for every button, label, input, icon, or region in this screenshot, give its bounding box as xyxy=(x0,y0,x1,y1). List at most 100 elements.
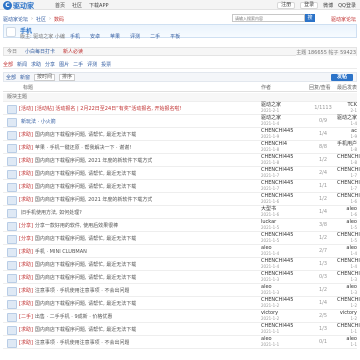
table-row[interactable]: [求助] 国内商店下载程序问题, 请帮忙, 最近无法下载 CHENCHI445 202… xyxy=(3,258,360,271)
table-row[interactable]: [求助] 苹果 · 手机一键还原 · 帮我解决一下 · 谢谢! CHENCHI4 20… xyxy=(3,141,357,154)
thread-last-post: CHENCHI 1-7 xyxy=(337,181,360,192)
login-link[interactable]: 登录 xyxy=(300,2,319,9)
type-secondhand[interactable]: 二手 xyxy=(73,61,83,68)
type-news[interactable]: 新闻 xyxy=(17,61,27,68)
subtab-phone[interactable]: 手机 xyxy=(70,33,80,40)
table-row[interactable]: [分享] 分享一款好用的软件, 使用后效果很棒 luckar 2021-1-5 3/8 a… xyxy=(3,219,357,232)
thread-title[interactable]: 注意事项 · 手机使用注意事项 · 不会出问题 xyxy=(35,287,130,294)
thread-title[interactable]: 旧手机使用方法, 如何处理? xyxy=(21,209,82,216)
thread-title[interactable]: 出售 · 二手手机 · 9成新 · 价格优惠 xyxy=(35,313,113,320)
breadcrumb-current[interactable]: 数码 xyxy=(54,16,64,23)
thread-tag[interactable]: [求助] xyxy=(19,131,33,138)
table-row[interactable]: [求助] 国内商店下载程序问题, 请帮忙, 最近无法下载 CHENCHI445 202… xyxy=(3,167,360,180)
search-button[interactable]: 搜 xyxy=(305,14,315,22)
thread-title[interactable]: 国内商店下载程序问题, 请帮忙, 最近无法下载 xyxy=(35,183,136,190)
subtab-secondhand[interactable]: 二手 xyxy=(150,33,160,40)
table-row[interactable]: [求助] 注意事项 · 手机使用注意事项 · 不会出问题 aleo 2021-1-1 0… xyxy=(3,336,357,349)
sort-order-select[interactable]: 排序 xyxy=(59,73,76,81)
table-row[interactable]: [求助] 国内商店下载程序问题, 请帮忙, 最近无法下载 CHENCHI445 202… xyxy=(3,180,360,193)
filter-all[interactable]: 全部 xyxy=(6,74,16,81)
thread-tag[interactable]: [求助] xyxy=(19,326,33,333)
type-all[interactable]: 全部 xyxy=(3,61,13,68)
subtab-review[interactable]: 评测 xyxy=(130,33,140,40)
sort-by-time-select[interactable]: 按时间 xyxy=(34,73,56,81)
weibo-link[interactable]: 微博 xyxy=(323,2,333,9)
thread-tag[interactable]: [分享] xyxy=(19,222,33,229)
table-row[interactable]: 旧手机使用方法, 如何处理? 大型书 2021-1-6 1/4 aleo 1-6 xyxy=(3,206,357,219)
thread-title[interactable]: 国内商店下载程序问题, 请帮忙, 最近无法下载 xyxy=(35,326,136,333)
thread-title[interactable]: 手机 · MINI CLUBMAN xyxy=(35,248,87,255)
thread-reply-count: 8/8 xyxy=(318,144,328,150)
thread-icon xyxy=(6,169,17,179)
thread-tag[interactable]: [分享] xyxy=(19,235,33,242)
table-row[interactable]: [求助] 手机 · MINI CLUBMAN aleo 2021-1-4 2/7 aleo… xyxy=(3,245,357,258)
thread-tag[interactable]: [求助] xyxy=(19,157,33,164)
thread-tag[interactable]: [求助] xyxy=(19,261,33,268)
type-share[interactable]: 分享 xyxy=(45,61,55,68)
subtab-tablet[interactable]: 平板 xyxy=(170,33,180,40)
last-post-date: 1-3 xyxy=(350,277,357,282)
thread-title[interactable]: 新玩法 · 小火箭 xyxy=(21,118,56,125)
table-row[interactable]: [求助] 国内商店下载程序问题, 请帮忙, 最近无法下载 CHENCHI445 202… xyxy=(3,271,360,284)
table-row[interactable]: [分享] 国内商店下载程序问题, 请帮忙, 最近无法下载 CHENCHI445 202… xyxy=(3,232,360,245)
forum-moderators: 版主: 驱动之家 小编 xyxy=(20,34,65,40)
thread-tag[interactable]: [求助] xyxy=(19,287,33,294)
table-row[interactable]: [二手] 出售 · 二手手机 · 9成新 · 价格优惠 victory 2021-1-… xyxy=(3,310,357,323)
thread-date: 2021-1-4 xyxy=(261,121,280,126)
thread-tag[interactable]: [活动] xyxy=(19,105,33,112)
top-nav-community[interactable]: 社区 xyxy=(72,2,82,9)
table-row[interactable]: [活动] [活动帖] 活动报名 | 2月22日至24日“有奖”活动报名, 开始报名… xyxy=(3,102,357,115)
table-row[interactable]: [求助] 国内商店下载程序问题, 请帮忙, 最近无法下载 CHENCHI445 202… xyxy=(3,297,360,310)
thread-reply-count: 2/7 xyxy=(318,248,328,254)
table-row[interactable]: [求助] 国内商店下载程序问题, 请帮忙, 最近无法下载 CHENCHI445 202… xyxy=(3,323,360,336)
thread-title[interactable]: 国内商店下载程序问题, 请帮忙, 最近无法下载 xyxy=(35,170,136,177)
thread-title[interactable]: 国内商店下载程序问题, 2021 年度的新软件下载方式 xyxy=(35,157,153,164)
thread-title[interactable]: 国内商店下载程序问题, 2021 年度的新软件下载方式 xyxy=(35,196,153,203)
thread-title[interactable]: 国内商店下载程序问题, 请帮忙, 最近无法下载 xyxy=(35,300,136,307)
breadcrumb-community[interactable]: 社区 xyxy=(36,16,46,23)
site-logo[interactable]: C 驱动家 xyxy=(3,1,39,10)
thread-tag[interactable]: [求助] xyxy=(19,196,33,203)
notice-checkin[interactable]: 小白每日打卡 xyxy=(25,48,55,55)
hot-keyword[interactable]: 驱动家论坛 xyxy=(331,16,356,23)
forum-stats: 主题 186655 帖子 59423 xyxy=(296,49,356,56)
subtab-apple[interactable]: 苹果 xyxy=(110,33,120,40)
filter-new-window[interactable]: 新窗 xyxy=(20,74,30,81)
thread-tag[interactable]: [求助] xyxy=(19,170,33,177)
thread-title[interactable]: 国内商店下载程序问题, 请帮忙, 最近无法下载 xyxy=(35,261,136,268)
last-post-date: 1-8 xyxy=(350,160,357,165)
thread-tag[interactable]: [求助] xyxy=(19,144,33,151)
notice-newbie[interactable]: 新人必读 xyxy=(63,48,83,55)
thread-tag[interactable]: [二手] xyxy=(19,313,33,320)
thread-tag[interactable]: [求助] xyxy=(19,339,33,346)
table-row[interactable]: [求助] 国内商店下载程序问题, 2021 年度的新软件下载方式 CHENCHI44… xyxy=(3,154,360,167)
top-nav-app[interactable]: 下载APP xyxy=(89,2,108,9)
thread-tag[interactable]: [求助] xyxy=(19,300,33,307)
type-review[interactable]: 评测 xyxy=(87,61,97,68)
table-row[interactable]: 新玩法 · 小火箭 驱动之家 2021-1-4 0/9 驱动之家 1-4 xyxy=(3,115,357,128)
table-row[interactable]: [求助] 注意事项 · 手机使用注意事项 · 不会出问题 aleo 2021-1-3 1… xyxy=(3,284,357,297)
thread-tag[interactable]: [求助] xyxy=(19,183,33,190)
thread-tag[interactable]: [求助] xyxy=(19,274,33,281)
thread-title[interactable]: 分享一款好用的软件, 使用后效果很棒 xyxy=(35,222,118,229)
new-post-button[interactable]: 发帖 xyxy=(330,74,353,81)
type-vote[interactable]: 投票 xyxy=(101,61,111,68)
thread-title[interactable]: 苹果 · 手机一键还原 · 帮我解决一下 · 谢谢! xyxy=(35,144,131,151)
thread-title[interactable]: 国内商店下载程序问题, 请帮忙, 最近无法下载 xyxy=(35,274,136,281)
type-help[interactable]: 求助 xyxy=(31,61,41,68)
breadcrumb-home[interactable]: 驱动家论坛 xyxy=(3,16,28,23)
thread-title[interactable]: 注意事项 · 手机使用注意事项 · 不会出问题 xyxy=(35,339,130,346)
thread-title[interactable]: [活动帖] 活动报名 | 2月22日至24日“有奖”活动报名, 开始报名啦! xyxy=(35,105,182,112)
qq-login-link[interactable]: QQ登录 xyxy=(338,2,356,9)
table-row[interactable]: [求助] 国内商店下载程序问题, 请帮忙, 最近无法下载 CHENCHI445 202… xyxy=(3,128,357,141)
top-nav-home[interactable]: 首页 xyxy=(55,2,65,9)
type-image[interactable]: 图片 xyxy=(59,61,69,68)
subtab-android[interactable]: 安卓 xyxy=(90,33,100,40)
thread-title[interactable]: 国内商店下载程序问题, 请帮忙, 最近无法下载 xyxy=(35,131,136,138)
search-input[interactable] xyxy=(233,15,304,21)
thread-tag[interactable]: [求助] xyxy=(19,248,33,255)
register-link[interactable]: 注册 xyxy=(277,2,296,9)
thread-icon xyxy=(6,130,17,140)
table-row[interactable]: [求助] 国内商店下载程序问题, 2021 年度的新软件下载方式 CHENCHI44… xyxy=(3,193,360,206)
thread-title[interactable]: 国内商店下载程序问题, 请帮忙, 最近无法下载 xyxy=(35,235,136,242)
